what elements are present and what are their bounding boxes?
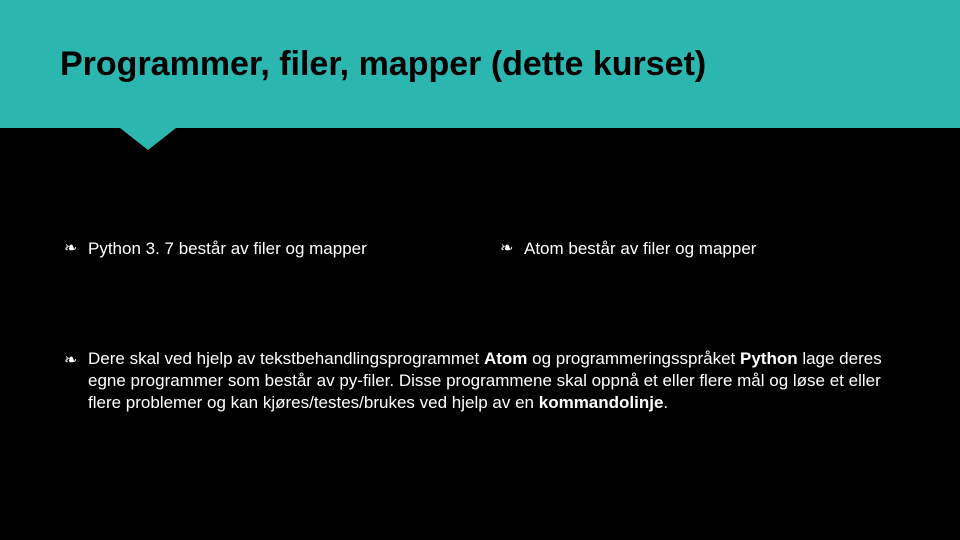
para-bold-python: Python bbox=[740, 349, 798, 368]
para-seg: Dere skal ved hjelp av tekstbehandlingsp… bbox=[88, 349, 484, 368]
left-bullet: ❧ Python 3. 7 består av filer og mapper bbox=[64, 238, 460, 260]
leaf-bullet-icon: ❧ bbox=[64, 350, 82, 372]
paragraph-bullet: ❧ Dere skal ved hjelp av tekstbehandling… bbox=[64, 348, 896, 414]
right-bullet: ❧ Atom består av filer og mapper bbox=[500, 238, 896, 260]
para-bold-atom: Atom bbox=[484, 349, 527, 368]
leaf-bullet-icon: ❧ bbox=[500, 238, 518, 260]
left-bullet-text: Python 3. 7 består av filer og mapper bbox=[88, 238, 367, 260]
paragraph-text: Dere skal ved hjelp av tekstbehandlingsp… bbox=[88, 348, 896, 414]
leaf-bullet-icon: ❧ bbox=[64, 238, 82, 260]
para-seg: . bbox=[663, 393, 668, 412]
slide-title: Programmer, filer, mapper (dette kurset) bbox=[60, 45, 706, 84]
right-bullet-text: Atom består av filer og mapper bbox=[524, 238, 756, 260]
slide-content: ❧ Python 3. 7 består av filer og mapper … bbox=[0, 238, 960, 414]
para-bold-kommandolinje: kommandolinje bbox=[539, 393, 664, 412]
header-notch bbox=[120, 128, 176, 150]
slide-header: Programmer, filer, mapper (dette kurset) bbox=[0, 0, 960, 128]
two-column-row: ❧ Python 3. 7 består av filer og mapper … bbox=[64, 238, 896, 260]
para-seg: og programmeringsspråket bbox=[527, 349, 740, 368]
